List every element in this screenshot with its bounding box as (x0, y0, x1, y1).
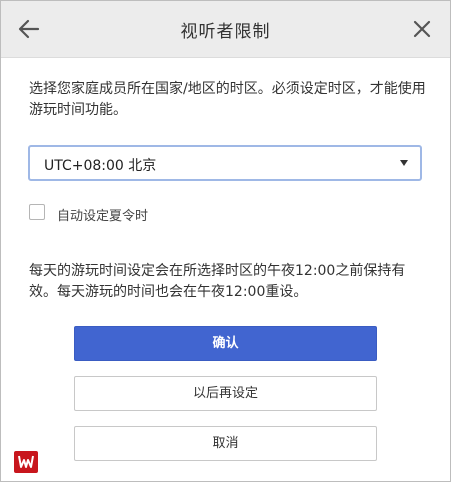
timezone-select[interactable]: UTC+08:00 北京 (28, 145, 422, 181)
dst-checkbox[interactable] (29, 204, 45, 220)
close-icon (413, 20, 431, 38)
timezone-select-value: UTC+08:00 北京 (44, 158, 157, 174)
close-button[interactable] (406, 13, 438, 45)
chevron-down-icon (400, 160, 408, 166)
timezone-instructions: 选择您家庭成员所在国家/地区的时区。必须设定时区，才能使用游玩时间功能。 (29, 81, 426, 118)
cancel-button[interactable]: 取消 (74, 426, 377, 461)
set-later-button[interactable]: 以后再设定 (74, 376, 377, 411)
reset-note: 每天的游玩时间设定会在所选择时区的午夜12:00之前保持有效。每天游玩的时间也会… (29, 263, 406, 300)
dialog-header: 视听者限制 (1, 1, 450, 58)
parental-controls-dialog: 视听者限制 选择您家庭成员所在国家/地区的时区。必须设定时区，才能使用游玩时间功… (0, 0, 451, 482)
brand-logo-icon (14, 451, 38, 473)
confirm-button[interactable]: 确认 (74, 326, 377, 361)
dialog-title: 视听者限制 (180, 22, 271, 42)
dst-checkbox-label: 自动设定夏令时 (57, 209, 149, 224)
